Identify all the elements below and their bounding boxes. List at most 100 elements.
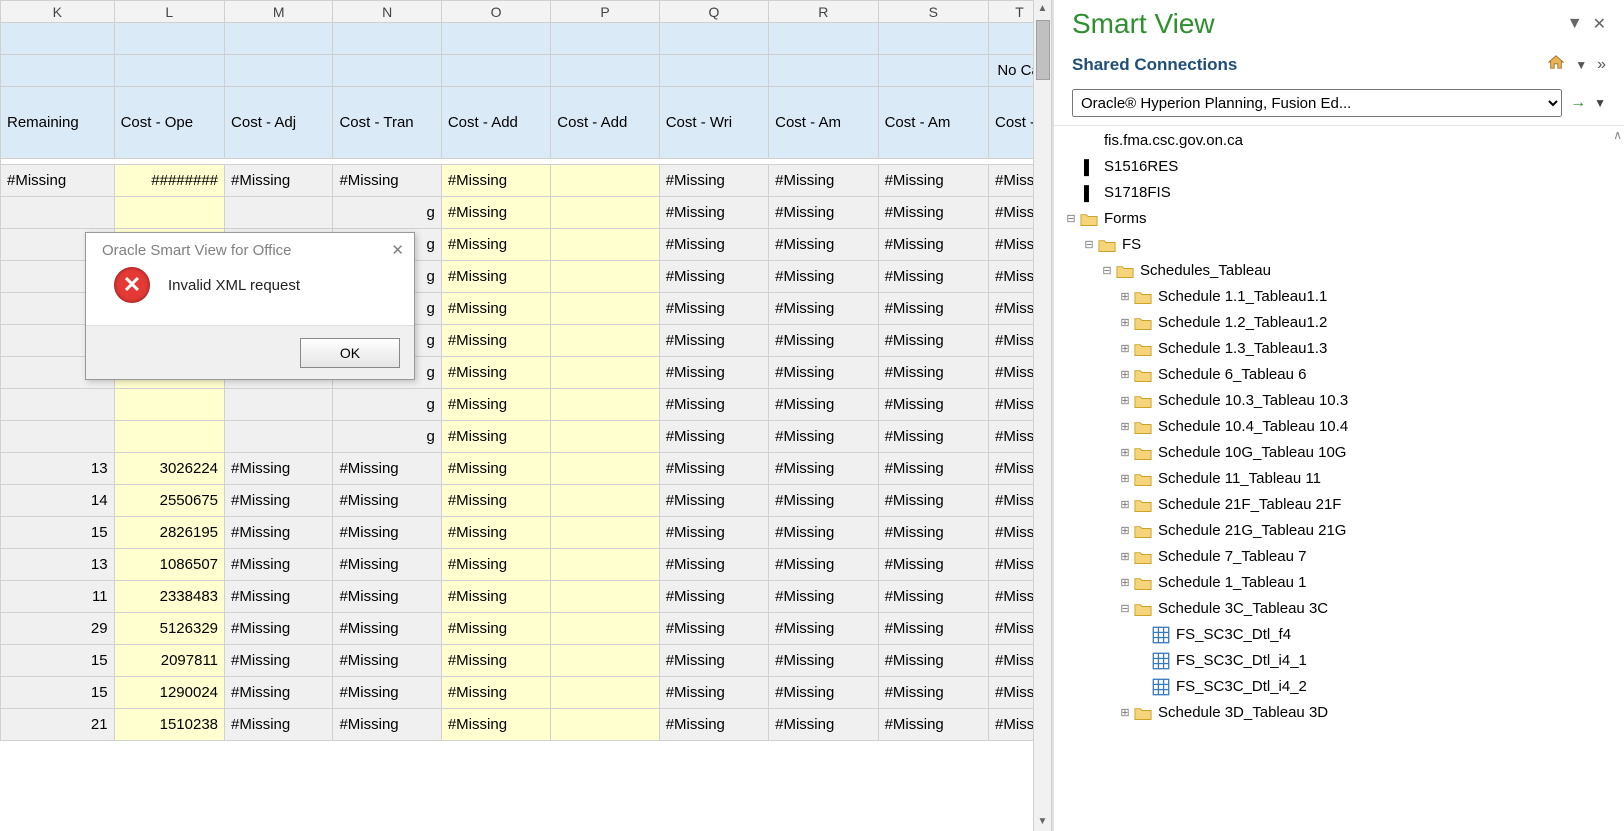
tree-folder-schedule[interactable]: ⊞ Schedule 21G_Tableau 21G: [1064, 518, 1624, 544]
ok-button[interactable]: OK: [300, 338, 400, 368]
table-row[interactable]: 131086507#Missing#Missing#Missing#Missin…: [1, 549, 1051, 581]
go-arrow-icon[interactable]: →: [1570, 94, 1586, 112]
col-header[interactable]: M: [225, 1, 333, 23]
tree-toggle-icon[interactable]: ⊟: [1100, 258, 1114, 284]
tree-toggle-icon[interactable]: ⊞: [1118, 700, 1132, 726]
col-header[interactable]: Q: [659, 1, 768, 23]
server-select[interactable]: Oracle® Hyperion Planning, Fusion Ed...: [1072, 89, 1562, 117]
close-icon[interactable]: ✕: [1593, 14, 1606, 34]
tree-scroll-up-icon[interactable]: ∧: [1613, 128, 1622, 142]
tree-toggle-icon[interactable]: ⊞: [1118, 362, 1132, 388]
col-header[interactable]: P: [551, 1, 659, 23]
tree-toggle-icon[interactable]: ⊟: [1082, 232, 1096, 258]
tree-item-label: Schedule 7_Tableau 7: [1158, 544, 1306, 570]
tree-item-label: FS_SC3C_Dtl_i4_2: [1176, 674, 1307, 700]
shared-connections-label[interactable]: Shared Connections: [1072, 55, 1237, 75]
home-icon[interactable]: [1547, 54, 1565, 75]
tree-item-label: Schedule 3D_Tableau 3D: [1158, 700, 1328, 726]
tree-folder-schedule[interactable]: ⊞ Schedule 21F_Tableau 21F: [1064, 492, 1624, 518]
table-row[interactable]: g#Missing#Missing#Missing#Missing#Miss: [1, 421, 1051, 453]
tree-folder-fs[interactable]: ⊟ FS: [1064, 232, 1624, 258]
col-header[interactable]: R: [769, 1, 878, 23]
tree-folder-schedule[interactable]: ⊞ Schedule 10.3_Tableau 10.3: [1064, 388, 1624, 414]
panel-menu-dropdown-icon[interactable]: ▼: [1567, 15, 1583, 33]
tree-folder-schedule-3c[interactable]: ⊟Schedule 3C_Tableau 3C: [1064, 596, 1624, 622]
column-letter-row: K L M N O P Q R S T: [1, 1, 1051, 23]
tree-item-label: Schedule 21F_Tableau 21F: [1158, 492, 1341, 518]
vertical-scrollbar[interactable]: ▲ ▼: [1033, 0, 1051, 831]
table-row[interactable]: g#Missing#Missing#Missing#Missing#Miss: [1, 389, 1051, 421]
tree-item-label: FS_SC3C_Dtl_i4_1: [1176, 648, 1307, 674]
scroll-down-icon[interactable]: ▼: [1034, 813, 1051, 831]
tree-item-label: Schedule 10G_Tableau 10G: [1158, 440, 1346, 466]
col-header[interactable]: K: [1, 1, 115, 23]
tree-toggle-icon[interactable]: ⊟: [1064, 206, 1078, 232]
tree-form-item[interactable]: FS_SC3C_Dtl_f4: [1064, 622, 1624, 648]
tree-folder-schedule[interactable]: ⊞ Schedule 11_Tableau 11: [1064, 466, 1624, 492]
tree-folder-schedule-3d[interactable]: ⊞ Schedule 3D_Tableau 3D: [1064, 700, 1624, 726]
tree-folder-forms[interactable]: ⊟ Forms: [1064, 206, 1624, 232]
table-row[interactable]: g#Missing#Missing#Missing#Missing#Miss: [1, 197, 1051, 229]
table-row[interactable]: 112338483#Missing#Missing#Missing#Missin…: [1, 581, 1051, 613]
chevron-down-icon[interactable]: ▼: [1575, 58, 1587, 72]
col-header[interactable]: O: [441, 1, 550, 23]
tree-folder-schedules[interactable]: ⊟ Schedules_Tableau: [1064, 258, 1624, 284]
tree-item-label: Schedule 6_Tableau 6: [1158, 362, 1306, 388]
go-dropdown-icon[interactable]: ▼: [1594, 96, 1606, 110]
tree-item-label: Schedule 1.2_Tableau1.2: [1158, 310, 1327, 336]
chevron-right-double-icon[interactable]: »: [1597, 56, 1606, 74]
tree-folder-schedule[interactable]: ⊞Schedule 1.1_Tableau1.1: [1064, 284, 1624, 310]
tree-toggle-icon[interactable]: ⊞: [1118, 466, 1132, 492]
tree-toggle-icon[interactable]: ⊞: [1118, 544, 1132, 570]
error-icon: ✕: [114, 267, 150, 303]
tree-folder-schedule[interactable]: ⊞ Schedule 1.2_Tableau1.2: [1064, 310, 1624, 336]
smart-view-panel: Smart View ▼ ✕ Shared Connections ▼ » Or…: [1052, 0, 1624, 831]
tree-folder-schedule[interactable]: ⊞ Schedule 7_Tableau 7: [1064, 544, 1624, 570]
table-row[interactable]: 133026224#Missing#Missing#Missing#Missin…: [1, 453, 1051, 485]
tree-item-label: Schedule 10.3_Tableau 10.3: [1158, 388, 1348, 414]
tree-item-label: Schedules_Tableau: [1140, 258, 1271, 284]
tree-folder-schedule[interactable]: ⊞ Schedule 6_Tableau 6: [1064, 362, 1624, 388]
tree-toggle-icon[interactable]: ⊞: [1118, 518, 1132, 544]
tree-folder-schedule[interactable]: ⊞Schedule 1_Tableau 1: [1064, 570, 1624, 596]
tree-toggle-icon[interactable]: ⊞: [1118, 492, 1132, 518]
tree-item-label: Schedule 21G_Tableau 21G: [1158, 518, 1346, 544]
tree-toggle-icon[interactable]: ⊞: [1118, 440, 1132, 466]
tree-form-item[interactable]: FS_SC3C_Dtl_i4_2: [1064, 674, 1624, 700]
tree-form-item[interactable]: FS_SC3C_Dtl_i4_1: [1064, 648, 1624, 674]
tree-item-label: Schedule 1.3_Tableau1.3: [1158, 336, 1327, 362]
tree-db[interactable]: ▌S1718FIS: [1064, 180, 1624, 206]
scroll-thumb[interactable]: [1036, 20, 1050, 80]
tree-toggle-icon[interactable]: ⊞: [1118, 570, 1132, 596]
tree-item-label: Schedule 11_Tableau 11: [1158, 466, 1321, 492]
tree-toggle-icon[interactable]: ⊞: [1118, 336, 1132, 362]
tree-toggle-icon[interactable]: ⊞: [1118, 284, 1132, 310]
tree-db[interactable]: ▌S1516RES: [1064, 154, 1624, 180]
spreadsheet-area[interactable]: K L M N O P Q R S T No Cat RemainingCost…: [0, 0, 1052, 831]
tree-item-label: FS: [1122, 232, 1141, 258]
table-row[interactable]: 142550675#Missing#Missing#Missing#Missin…: [1, 485, 1051, 517]
scroll-up-icon[interactable]: ▲: [1034, 0, 1051, 18]
tree-item-label: FS_SC3C_Dtl_f4: [1176, 622, 1291, 648]
tree-folder-schedule[interactable]: ⊞Schedule 10.4_Tableau 10.4: [1064, 414, 1624, 440]
col-header[interactable]: L: [114, 1, 224, 23]
tree-folder-schedule[interactable]: ⊞ Schedule 1.3_Tableau1.3: [1064, 336, 1624, 362]
table-row[interactable]: 151290024#Missing#Missing#Missing#Missin…: [1, 677, 1051, 709]
tree-folder-schedule[interactable]: ⊞ Schedule 10G_Tableau 10G: [1064, 440, 1624, 466]
table-row[interactable]: 152826195#Missing#Missing#Missing#Missin…: [1, 517, 1051, 549]
col-header[interactable]: N: [333, 1, 441, 23]
tree-item-label: Forms: [1104, 206, 1147, 232]
tree-toggle-icon[interactable]: ⊞: [1118, 414, 1132, 440]
table-row[interactable]: 152097811#Missing#Missing#Missing#Missin…: [1, 645, 1051, 677]
header-band-1: [1, 23, 1051, 55]
table-row[interactable]: 211510238#Missing#Missing#Missing#Missin…: [1, 709, 1051, 741]
close-icon[interactable]: ✕: [391, 241, 404, 259]
connection-tree[interactable]: fis.fma.csc.gov.on.ca▌S1516RES▌S1718FIS⊟…: [1054, 128, 1624, 726]
tree-toggle-icon[interactable]: ⊟: [1118, 596, 1132, 622]
tree-server[interactable]: fis.fma.csc.gov.on.ca: [1064, 128, 1624, 154]
tree-toggle-icon[interactable]: ⊞: [1118, 388, 1132, 414]
col-header[interactable]: S: [878, 1, 988, 23]
table-row[interactable]: 295126329#Missing#Missing#Missing#Missin…: [1, 613, 1051, 645]
table-row[interactable]: #Missing ######## #Missing #Missing #Mis…: [1, 165, 1051, 197]
tree-toggle-icon[interactable]: ⊞: [1118, 310, 1132, 336]
